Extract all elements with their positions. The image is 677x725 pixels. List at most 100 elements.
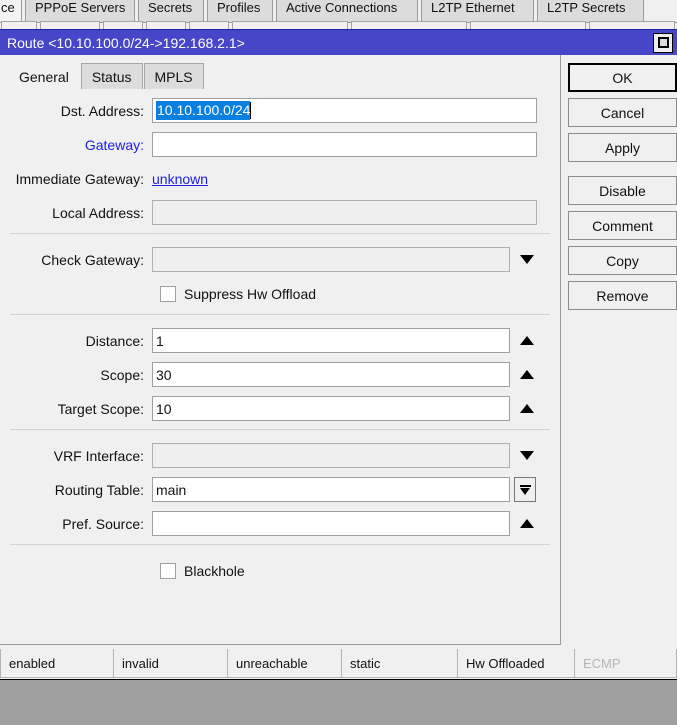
- status-flag-label: static: [350, 655, 381, 671]
- bg-tab-secrets[interactable]: Secrets: [138, 0, 204, 22]
- restore-glyph: [657, 37, 669, 48]
- tab-label: Status: [91, 68, 132, 85]
- bg-tab-label: ce: [1, 0, 15, 15]
- divider-4: [10, 544, 550, 545]
- routing-table-label: Routing Table:: [54, 481, 144, 498]
- distance-value: 1: [156, 332, 164, 349]
- divider-2: [10, 314, 550, 315]
- row-scope: Scope: 30: [0, 361, 560, 388]
- bg-tab-service[interactable]: ce: [0, 0, 22, 22]
- status-flag-enabled: enabled: [0, 648, 114, 678]
- dst-address-label: Dst. Address:: [60, 102, 144, 119]
- row-gateway: Gateway:: [0, 131, 560, 158]
- status-flag-legend: enabled invalid unreachable static Hw Of…: [0, 648, 677, 678]
- tab-general[interactable]: General: [8, 63, 80, 89]
- general-tab-panel: General Status MPLS Dst. Address: 10.10.…: [0, 55, 561, 645]
- bg-tab-label: Active Connections: [286, 0, 398, 15]
- dst-address-input[interactable]: 10.10.100.0/24: [152, 98, 537, 123]
- spinner-up-icon[interactable]: [514, 328, 540, 353]
- bg-tab-label: L2TP Ethernet: [431, 0, 515, 15]
- suppress-hw-offload-checkbox[interactable]: [160, 285, 176, 302]
- comment-button[interactable]: Comment: [568, 211, 677, 240]
- copy-button[interactable]: Copy: [568, 246, 677, 275]
- tab-status[interactable]: Status: [80, 63, 143, 89]
- bg-tab-label: Secrets: [148, 0, 193, 15]
- ok-button[interactable]: OK: [568, 63, 677, 92]
- immediate-gateway-label: Immediate Gateway:: [15, 170, 144, 187]
- blackhole-label: Blackhole: [184, 562, 245, 579]
- restore-window-icon[interactable]: [653, 32, 673, 53]
- pref-source-label: Pref. Source:: [62, 515, 144, 532]
- routing-table-value: main: [156, 481, 187, 498]
- local-address-label: Local Address:: [52, 204, 144, 221]
- status-flag-label: unreachable: [236, 655, 308, 671]
- status-flag-label: ECMP: [583, 655, 621, 671]
- scope-input[interactable]: 30: [152, 362, 510, 387]
- spinner-up-icon[interactable]: [514, 511, 540, 536]
- tab-label: General: [19, 68, 69, 85]
- tab-mpls[interactable]: MPLS: [143, 63, 204, 89]
- immediate-gateway-value[interactable]: unknown: [152, 171, 208, 187]
- suppress-hw-offload-label: Suppress Hw Offload: [184, 285, 317, 302]
- chevron-down-icon[interactable]: [514, 443, 540, 468]
- row-distance: Distance: 1: [0, 327, 560, 354]
- dialog-tab-bar: General Status MPLS: [0, 61, 560, 89]
- row-local-address: Local Address:: [0, 199, 560, 226]
- blackhole-checkbox[interactable]: [160, 562, 176, 579]
- button-label: Comment: [592, 217, 653, 234]
- bg-tab-profiles[interactable]: Profiles: [207, 0, 273, 22]
- button-label: Copy: [606, 252, 639, 269]
- spinner-up-icon[interactable]: [514, 396, 540, 421]
- button-label: Disable: [599, 182, 646, 199]
- target-scope-input[interactable]: 10: [152, 396, 510, 421]
- row-check-gateway: Check Gateway:: [0, 246, 560, 273]
- desktop-area: [0, 679, 677, 725]
- chevron-down-icon[interactable]: [514, 247, 540, 272]
- bg-tab-l2tp-secrets[interactable]: L2TP Secrets: [537, 0, 644, 22]
- status-flag-unreachable: unreachable: [228, 648, 342, 678]
- status-flag-label: invalid: [122, 655, 159, 671]
- dialog-body: General Status MPLS Dst. Address: 10.10.…: [0, 55, 677, 649]
- row-routing-table: Routing Table: main: [0, 476, 560, 503]
- dialog-titlebar[interactable]: Route <10.10.100.0/24->192.168.2.1>: [0, 29, 677, 55]
- remove-button[interactable]: Remove: [568, 281, 677, 310]
- button-label: Remove: [596, 287, 649, 304]
- bg-tab-active-connections[interactable]: Active Connections: [276, 0, 418, 22]
- status-flag-static: static: [342, 648, 458, 678]
- row-pref-source: Pref. Source:: [0, 510, 560, 537]
- gateway-input[interactable]: [152, 132, 537, 157]
- pref-source-input[interactable]: [152, 511, 510, 536]
- button-label: Cancel: [600, 104, 645, 121]
- routing-table-input[interactable]: main: [152, 477, 510, 502]
- route-dialog: Route <10.10.100.0/24->192.168.2.1> Gene…: [0, 29, 677, 649]
- status-flag-invalid: invalid: [114, 648, 228, 678]
- vrf-interface-input[interactable]: [152, 443, 510, 468]
- bg-tab-label: PPPoE Servers: [35, 0, 126, 15]
- scope-value: 30: [156, 366, 172, 383]
- distance-input[interactable]: 1: [152, 328, 510, 353]
- bg-tab-pppoe-servers[interactable]: PPPoE Servers: [25, 0, 135, 22]
- apply-button[interactable]: Apply: [568, 133, 677, 162]
- bg-tab-l2tp-ethernet[interactable]: L2TP Ethernet: [421, 0, 534, 22]
- bg-tab-label: L2TP Secrets: [547, 0, 626, 15]
- scope-label: Scope:: [100, 366, 144, 383]
- dialog-button-column: OK Cancel Apply Disable Comment Copy Rem…: [568, 63, 677, 316]
- dropdown-list-icon[interactable]: [514, 477, 536, 502]
- spinner-up-icon[interactable]: [514, 362, 540, 387]
- status-flag-label: enabled: [9, 655, 56, 671]
- button-label: Apply: [604, 139, 641, 156]
- row-vrf-interface: VRF Interface:: [0, 442, 560, 469]
- tab-label: MPLS: [154, 68, 193, 85]
- row-dst-address: Dst. Address: 10.10.100.0/24: [0, 97, 560, 124]
- disable-button[interactable]: Disable: [568, 176, 677, 205]
- check-gateway-input[interactable]: [152, 247, 510, 272]
- cancel-button[interactable]: Cancel: [568, 98, 677, 127]
- status-flag-ecmp: ECMP: [575, 648, 677, 678]
- row-immediate-gateway: Immediate Gateway: unknown: [0, 165, 560, 192]
- distance-label: Distance:: [85, 332, 144, 349]
- button-group-gap: [568, 168, 677, 176]
- gateway-label[interactable]: Gateway:: [0, 137, 152, 153]
- dialog-title: Route <10.10.100.0/24->192.168.2.1>: [7, 34, 245, 51]
- local-address-input[interactable]: [152, 200, 537, 225]
- check-gateway-label: Check Gateway:: [41, 251, 144, 268]
